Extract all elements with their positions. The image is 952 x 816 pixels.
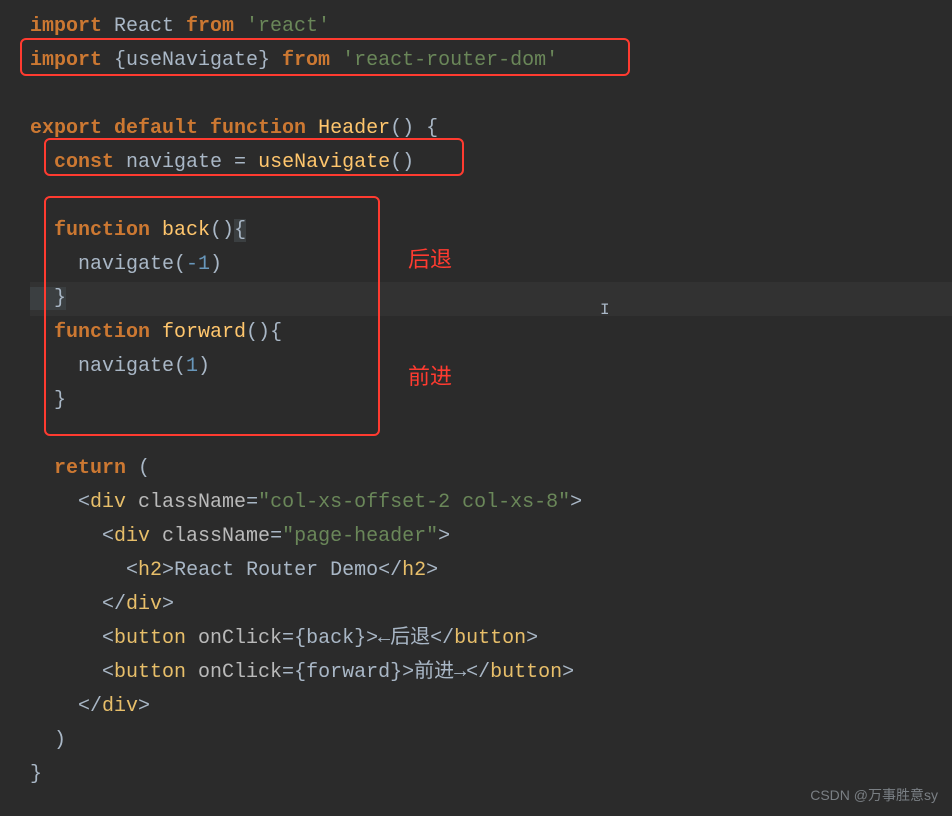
annotation-forward: 前进 — [408, 358, 452, 395]
code-line: navigate(-1) — [30, 248, 952, 282]
code-line: <button onClick={back}>←后退</button> — [30, 622, 952, 656]
code-line — [30, 180, 952, 214]
code-editor[interactable]: import React from 'react' import {useNav… — [0, 0, 952, 792]
code-line: </div> — [30, 588, 952, 622]
code-line: <h2>React Router Demo</h2> — [30, 554, 952, 588]
code-line: </div> — [30, 690, 952, 724]
code-line: import React from 'react' — [30, 10, 952, 44]
code-line: <div className="col-xs-offset-2 col-xs-8… — [30, 486, 952, 520]
code-line: function forward(){ — [30, 316, 952, 350]
code-line: <div className="page-header"> — [30, 520, 952, 554]
code-line — [30, 418, 952, 452]
code-line: export default function Header() { — [30, 112, 952, 146]
code-line: const navigate = useNavigate() — [30, 146, 952, 180]
code-line-current: } — [30, 282, 952, 316]
annotation-back: 后退 — [408, 241, 452, 278]
code-line: <button onClick={forward}>前进→</button> — [30, 656, 952, 690]
watermark-text: CSDN @万事胜意sy — [810, 784, 938, 808]
code-line: ) — [30, 724, 952, 758]
code-line: } — [30, 384, 952, 418]
code-line: import {useNavigate} from 'react-router-… — [30, 44, 952, 78]
code-line: return ( — [30, 452, 952, 486]
code-line: function back(){ — [30, 214, 952, 248]
code-line: navigate(1) — [30, 350, 952, 384]
text-cursor-icon: I — [600, 297, 610, 324]
code-line — [30, 78, 952, 112]
